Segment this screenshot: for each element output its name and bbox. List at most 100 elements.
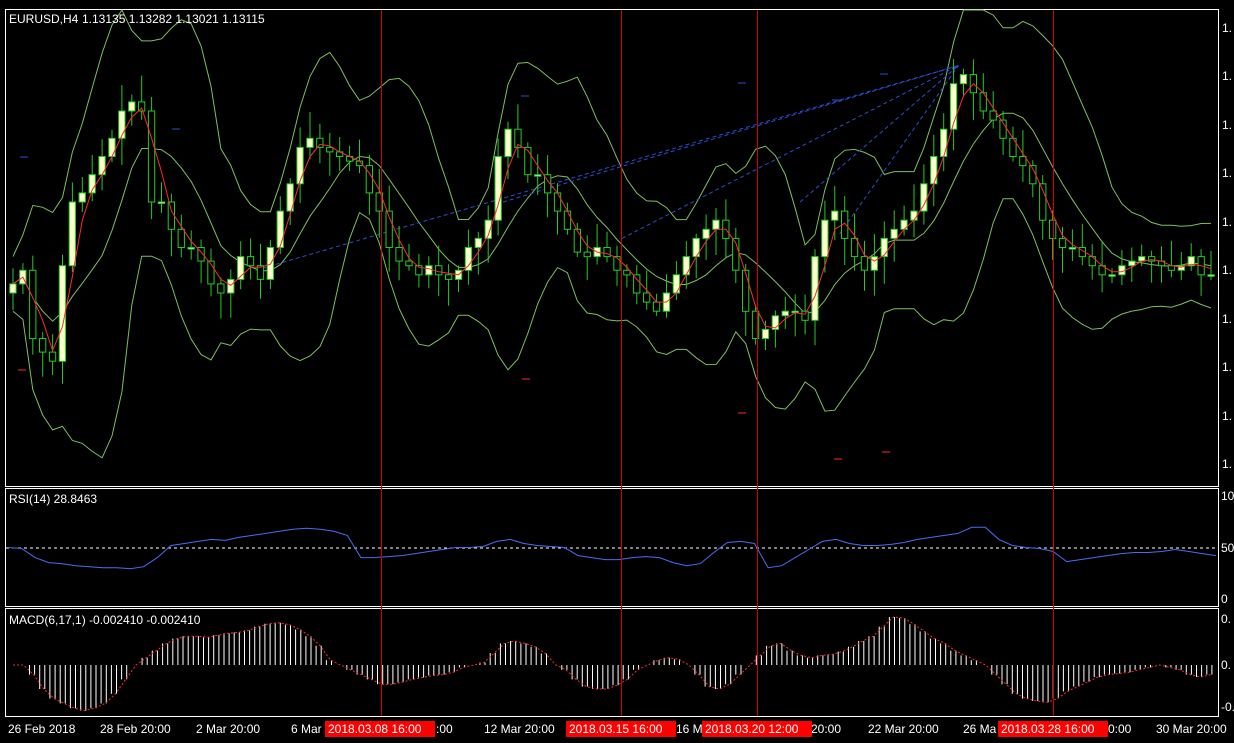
macd-axis-label: 0.	[1221, 612, 1231, 626]
candle-body	[910, 210, 918, 221]
candle-body	[712, 219, 720, 230]
candle-body	[306, 137, 314, 148]
candle-body	[801, 310, 809, 321]
candle-body	[167, 201, 175, 230]
price-axis-label: 1.	[1222, 360, 1232, 374]
price-axis-label: 1.	[1222, 457, 1232, 471]
time-axis-label: 26 Ma	[963, 722, 997, 736]
candle-body	[296, 146, 304, 185]
candle-body	[425, 265, 433, 276]
time-axis-label: 0:00	[1108, 722, 1132, 736]
time-axis-label: 20:00	[811, 722, 841, 736]
candle-body	[405, 260, 413, 267]
time-axis-label: :00	[436, 722, 453, 736]
candle-body	[1207, 274, 1215, 277]
candle-body	[742, 269, 750, 312]
candle-body	[246, 256, 255, 267]
candle-body	[98, 156, 106, 176]
candle-body	[860, 256, 869, 271]
candle-body	[68, 201, 76, 267]
candle-body	[445, 274, 453, 280]
time-axis-label: 2 Mar 20:00	[196, 722, 260, 736]
candle-body	[504, 128, 512, 157]
candle-body	[157, 201, 166, 204]
highlighted-date-tag: 2018.03.20 12:00	[705, 722, 799, 736]
candle-body	[1068, 247, 1077, 250]
price-axis: 1. 1. 1. 1. 1. 1. 1. 1. 1. 1.	[1222, 21, 1232, 471]
candle-body	[187, 247, 195, 250]
candle-body	[435, 265, 443, 276]
candle-body	[880, 237, 888, 258]
candle-body	[603, 247, 611, 258]
candle-body	[474, 237, 483, 248]
rsi-axis-label: 50	[1221, 541, 1234, 555]
macd-axis-label: -0.	[1221, 700, 1234, 714]
candle-body	[583, 251, 591, 258]
candle-body	[256, 265, 265, 280]
mt4-chart-window: EURUSD,H4 1.13135 1.13282 1.13021 1.1311…	[5, 8, 1234, 737]
rsi-axis: 100 50 0	[1221, 489, 1234, 606]
rsi-axis-label: 0	[1221, 592, 1228, 606]
candle-body	[464, 247, 473, 271]
highlighted-date-tag: 2018.03.15 16:00	[569, 722, 663, 736]
price-axis-label: 1.	[1222, 215, 1232, 229]
candle-body	[29, 269, 37, 340]
price-axis-label: 1.	[1222, 69, 1232, 83]
candle-body	[1019, 156, 1027, 167]
candle-body	[217, 283, 225, 294]
rsi-panel-title: RSI(14) 28.8463	[9, 492, 97, 506]
time-axis-label: 26 Feb 2018	[8, 722, 76, 736]
candle-body	[108, 137, 116, 158]
main-panel-ohlc: 1.13135 1.13282 1.13021 1.13115	[82, 12, 265, 26]
candle-body	[177, 228, 185, 249]
candle-body	[940, 128, 948, 157]
candle-body	[850, 237, 859, 258]
candle-body	[821, 219, 829, 258]
main-panel[interactable]: EURUSD,H4 1.13135 1.13282 1.13021 1.1311…	[5, 8, 1219, 487]
candle-body	[534, 174, 542, 177]
candle-body	[1128, 260, 1136, 267]
time-axis-label: 28 Feb 20:00	[100, 722, 171, 736]
candle-body	[1088, 256, 1096, 267]
candle-body	[276, 210, 284, 249]
candle-body	[890, 228, 898, 239]
candle-body	[761, 328, 770, 339]
candle-body	[9, 283, 17, 294]
macd-panel[interactable]: MACD(6,17,1) -0.002410 -0.002410	[5, 608, 1219, 717]
time-axis-label: 6 Mar	[291, 722, 322, 736]
candle-body	[920, 183, 928, 212]
macd-panel-title: MACD(6,17,1) -0.002410 -0.002410	[9, 613, 201, 627]
candle-body	[118, 110, 126, 139]
candle-body	[78, 192, 86, 203]
macd-axis: 0. 0. -0.	[1221, 612, 1234, 714]
main-panel-frame	[5, 9, 1219, 487]
time-axis-label: 30 Mar 20:00	[1156, 722, 1227, 736]
candle-body	[39, 338, 47, 353]
candle-body	[316, 137, 324, 148]
candle-body	[623, 269, 631, 276]
candle-body	[563, 210, 572, 230]
candle-body	[652, 301, 661, 312]
candle-body	[702, 228, 710, 239]
time-axis: 26 Feb 2018 28 Feb 20:00 2 Mar 20:00 6 M…	[8, 721, 1227, 737]
candle-body	[326, 146, 334, 153]
candle-body	[1049, 219, 1057, 239]
candle-body	[395, 247, 403, 262]
candle-body	[781, 310, 789, 317]
rsi-axis-label: 100	[1221, 489, 1234, 503]
candle-body	[959, 74, 968, 85]
price-axis-label: 1.	[1222, 312, 1232, 326]
candle-body	[553, 192, 562, 212]
candle-body	[1108, 274, 1116, 277]
time-axis-label: 12 Mar 20:00	[484, 722, 555, 736]
candle-body	[633, 274, 641, 294]
candle-body	[643, 292, 651, 303]
candle-body	[989, 110, 997, 121]
main-panel-title: EURUSD,H4	[9, 12, 79, 26]
candle-body	[48, 351, 57, 362]
candle-body	[870, 256, 879, 271]
time-axis-label: 16 M	[676, 722, 703, 736]
rsi-panel[interactable]: RSI(14) 28.8463	[5, 488, 1219, 607]
candle-body	[831, 210, 839, 221]
candle-body	[682, 256, 690, 276]
